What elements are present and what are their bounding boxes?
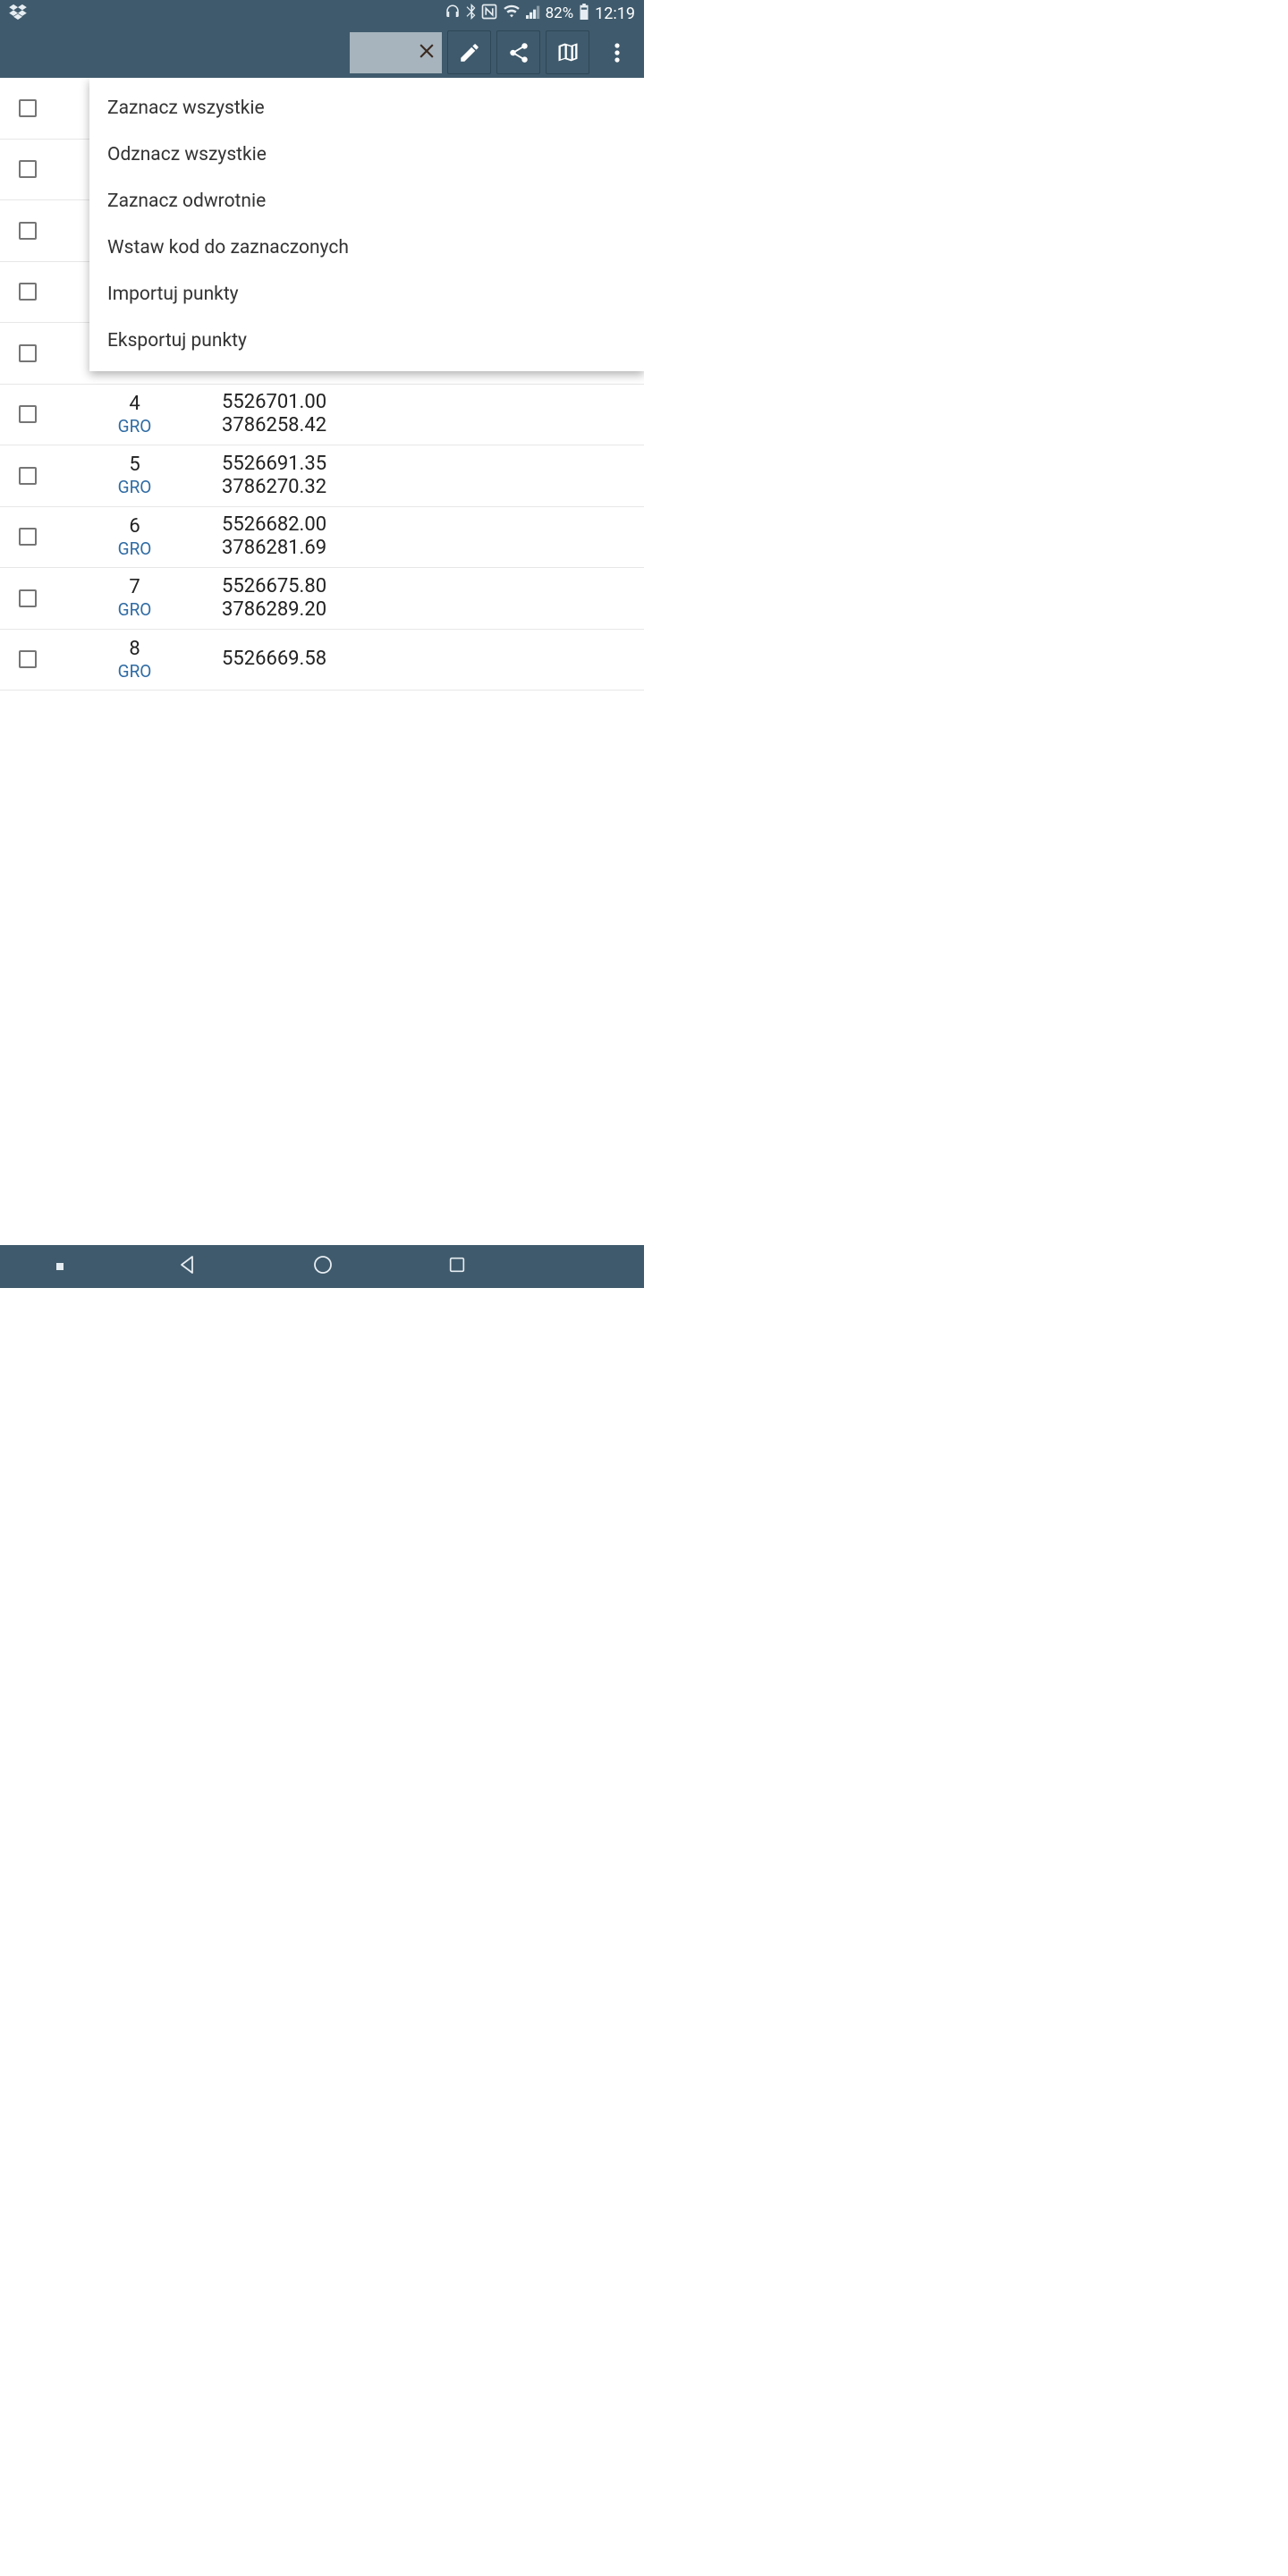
- nav-home-button[interactable]: [312, 1254, 334, 1279]
- row-number: 7: [129, 576, 140, 598]
- row-code: GRO: [118, 600, 152, 620]
- list-item[interactable]: 7GRO 5526675.803786289.20: [0, 568, 644, 630]
- row-number: 8: [129, 638, 140, 660]
- row-number: 5: [129, 453, 140, 476]
- nav-recent-button[interactable]: [447, 1255, 467, 1278]
- nav-back-button[interactable]: [177, 1254, 199, 1279]
- close-icon[interactable]: [415, 39, 438, 66]
- overflow-menu: Zaznacz wszystkie Odznacz wszystkie Zazn…: [89, 78, 644, 371]
- menu-import[interactable]: Importuj punkty: [89, 271, 644, 318]
- row-coord-1: 5526691.35: [222, 453, 644, 476]
- row-coord-2: 3786258.42: [222, 414, 644, 437]
- row-checkbox[interactable]: [19, 160, 37, 178]
- row-coord-2: 3786289.20: [222, 598, 644, 622]
- wifi-icon: [503, 4, 521, 23]
- menu-select-all[interactable]: Zaznacz wszystkie: [89, 85, 644, 131]
- menu-deselect-all[interactable]: Odznacz wszystkie: [89, 131, 644, 178]
- headphones-icon: [445, 4, 461, 24]
- content-area: GROGROGROGROGRO4GRO5526701.003786258.425…: [0, 78, 644, 1245]
- row-code: GRO: [118, 539, 152, 559]
- row-checkbox[interactable]: [19, 283, 37, 301]
- row-coord-1: 5526682.00: [222, 513, 644, 537]
- nav-notification-icon[interactable]: [56, 1263, 64, 1270]
- map-button[interactable]: [546, 30, 589, 74]
- menu-invert[interactable]: Zaznacz odwrotnie: [89, 178, 644, 225]
- row-checkbox[interactable]: [19, 589, 37, 607]
- nav-bar: [0, 1245, 644, 1288]
- signal-icon: [526, 4, 540, 23]
- menu-insert-code[interactable]: Wstaw kod do zaznaczonych: [89, 225, 644, 271]
- battery-text: 82%: [546, 4, 574, 22]
- clock-text: 12:19: [595, 4, 635, 23]
- list-item[interactable]: 6GRO 5526682.003786281.69: [0, 507, 644, 569]
- list-item[interactable]: 4 GRO 5526701.003786258.42: [0, 385, 644, 446]
- row-number: 6: [129, 515, 140, 538]
- row-coord-2: 3786270.32: [222, 476, 644, 499]
- nfc-icon: [481, 4, 497, 24]
- overflow-button[interactable]: [595, 30, 639, 74]
- search-field[interactable]: [350, 32, 442, 73]
- list-item[interactable]: 5 GRO 5526691.353786270.32: [0, 445, 644, 507]
- row-checkbox[interactable]: [19, 528, 37, 546]
- row-coord-2: 3786281.69: [222, 537, 644, 560]
- row-code: GRO: [118, 478, 152, 497]
- list-item[interactable]: 8GRO 5526669.58: [0, 630, 644, 691]
- row-checkbox[interactable]: [19, 99, 37, 117]
- row-number: 4: [129, 393, 140, 415]
- app-bar: [0, 27, 644, 78]
- battery-icon: [579, 4, 589, 24]
- edit-button[interactable]: [447, 30, 491, 74]
- bluetooth-icon: [466, 4, 476, 24]
- status-bar: 82% 12:19: [0, 0, 644, 27]
- row-coord-1: 5526675.80: [222, 575, 644, 598]
- menu-export[interactable]: Eksportuj punkty: [89, 318, 644, 364]
- row-code: GRO: [118, 662, 152, 682]
- row-checkbox[interactable]: [19, 344, 37, 362]
- dropbox-icon: [9, 4, 27, 24]
- share-button[interactable]: [496, 30, 540, 74]
- row-checkbox[interactable]: [19, 467, 37, 485]
- row-checkbox[interactable]: [19, 405, 37, 423]
- row-checkbox[interactable]: [19, 222, 37, 240]
- row-code: GRO: [118, 417, 152, 436]
- row-coord-1: 5526701.00: [222, 391, 644, 414]
- row-checkbox[interactable]: [19, 650, 37, 668]
- row-coord-1: 5526669.58: [222, 648, 644, 671]
